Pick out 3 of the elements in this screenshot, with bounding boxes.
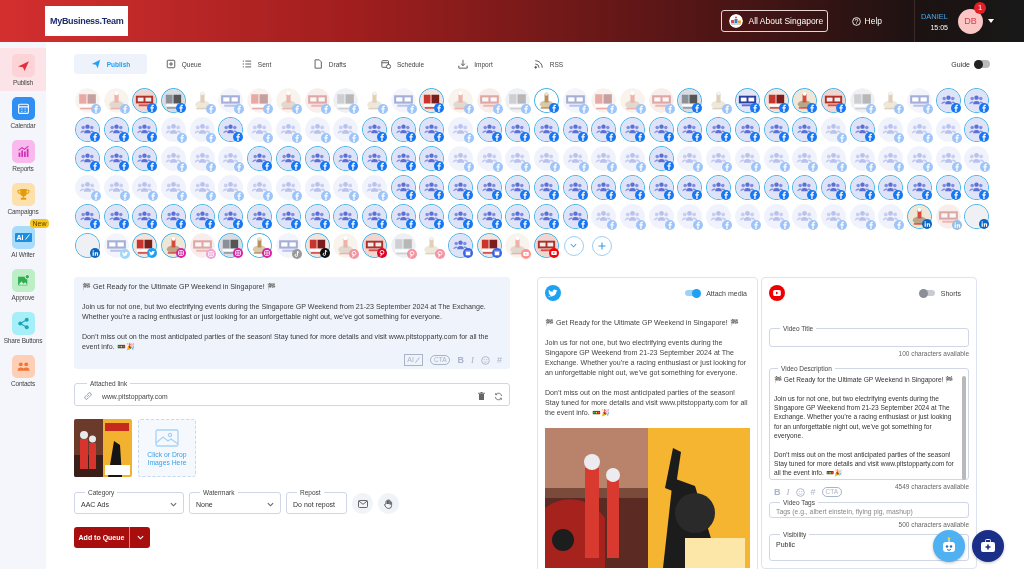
help-link[interactable]: Help (851, 16, 882, 26)
logo[interactable]: MyBusiness.Team (45, 6, 129, 36)
workspace-dropdown[interactable]: All About Singapore (720, 10, 828, 32)
